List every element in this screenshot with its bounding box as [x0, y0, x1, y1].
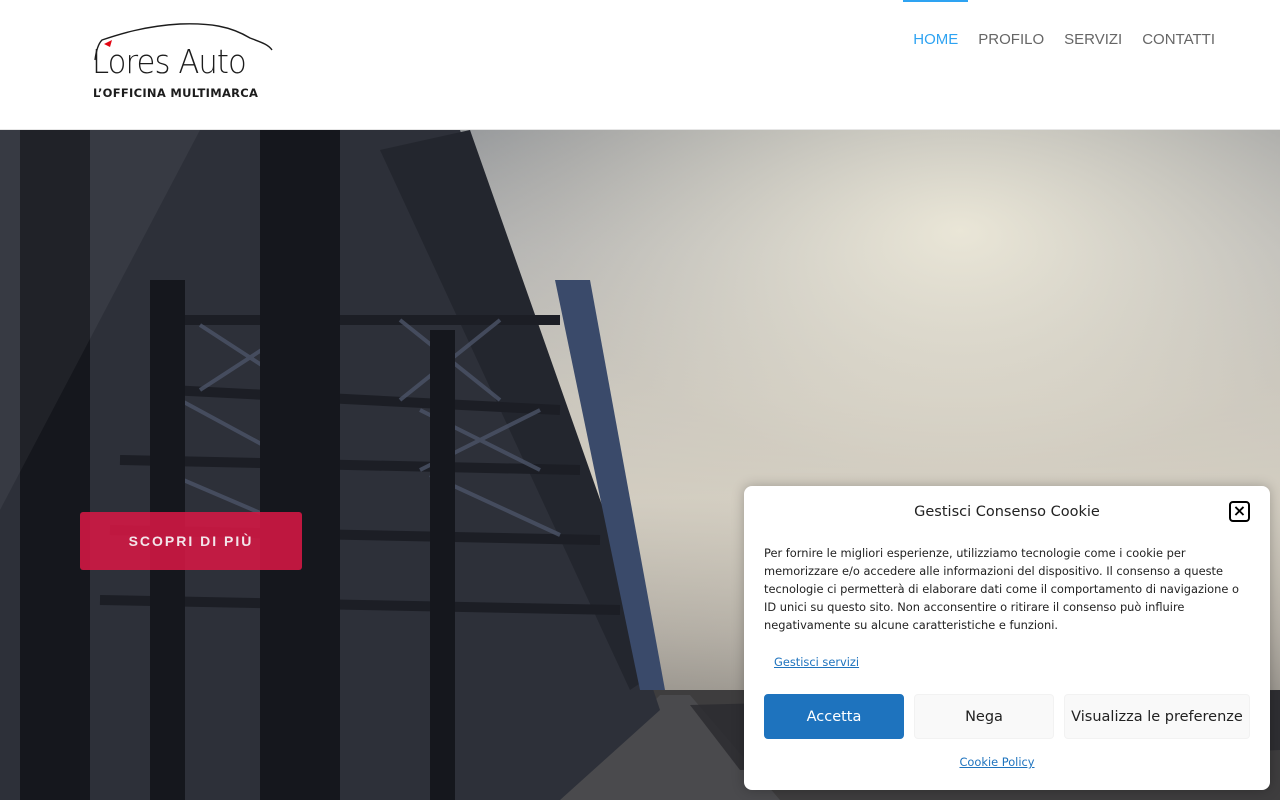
manage-services-link[interactable]: Gestisci servizi	[774, 655, 859, 669]
cookie-consent-dialog: Gestisci Consenso Cookie × Per fornire l…	[744, 486, 1270, 790]
view-preferences-button[interactable]: Visualizza le preferenze	[1064, 694, 1250, 739]
nav-item-contatti[interactable]: CONTATTI	[1142, 0, 1215, 48]
cookie-message: Per fornire le migliori esperienze, util…	[764, 546, 1239, 632]
accept-button[interactable]: Accetta	[764, 694, 904, 739]
logo-tagline: L’OFFICINA MULTIMARCA	[93, 86, 259, 100]
logo-name: Lores Auto	[92, 42, 247, 81]
nav-item-profilo[interactable]: PROFILO	[978, 0, 1044, 48]
nav-item-servizi[interactable]: SERVIZI	[1064, 0, 1122, 48]
cookie-policy-link[interactable]: Cookie Policy	[744, 755, 1250, 769]
nav-item-home[interactable]: HOME	[903, 0, 969, 48]
scopri-di-piu-button[interactable]: SCOPRI DI PIÙ	[80, 512, 302, 570]
deny-button[interactable]: Nega	[914, 694, 1054, 739]
logo[interactable]: Lores Auto L’OFFICINA MULTIMARCA	[90, 20, 280, 104]
cookie-dialog-title: Gestisci Consenso Cookie	[914, 504, 1100, 520]
cta-label: SCOPRI DI PIÙ	[128, 533, 254, 549]
main-nav: HOME PROFILO SERVIZI CONTATTI	[903, 0, 1215, 80]
site-header: Lores Auto L’OFFICINA MULTIMARCA HOME PR…	[0, 0, 1280, 130]
close-icon[interactable]: ×	[1229, 501, 1250, 522]
